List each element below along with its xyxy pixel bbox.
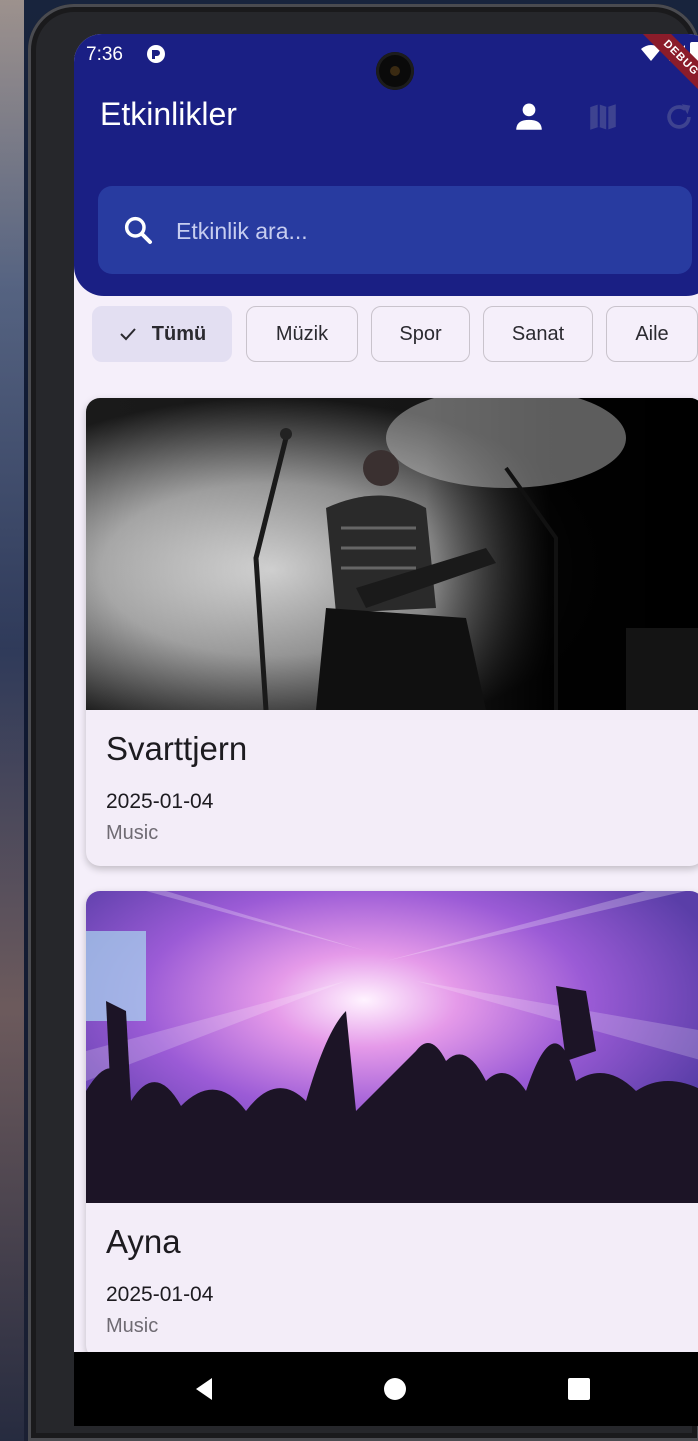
app-header: 7:36 DEBUG Etkinlikler	[74, 34, 698, 296]
map-icon[interactable]	[586, 100, 620, 134]
refresh-icon[interactable]	[662, 100, 696, 134]
filter-chip-all[interactable]: Tümü	[92, 306, 232, 362]
filter-chip-sport[interactable]: Spor	[371, 306, 470, 362]
backdrop-strip	[0, 0, 24, 1441]
search-input[interactable]	[174, 208, 658, 254]
recents-icon[interactable]	[564, 1374, 594, 1404]
search-icon	[124, 216, 152, 244]
home-icon[interactable]	[380, 1374, 410, 1404]
checkmark-icon	[120, 328, 136, 341]
event-image	[86, 398, 698, 710]
app-screen: 7:36 DEBUG Etkinlikler Etkinlik ara... T…	[74, 34, 698, 1426]
filter-chip-label: Tümü	[151, 322, 207, 345]
page-title: Etkinlikler	[100, 96, 237, 132]
system-navigation-bar	[74, 1352, 698, 1426]
search-bar[interactable]	[98, 186, 692, 274]
filter-chip-art[interactable]: Sanat	[483, 306, 593, 362]
phone-frame: 7:36 DEBUG Etkinlikler Etkinlik ara... T…	[28, 4, 698, 1441]
event-date: 2025-01-04	[106, 790, 214, 813]
event-date: 2025-01-04	[106, 1283, 214, 1306]
event-card[interactable]: Ayna 2025-01-04 Music	[86, 891, 698, 1359]
filter-chip-label: Müzik	[275, 322, 329, 345]
status-bar: 7:36 DEBUG	[74, 34, 698, 112]
event-title: Ayna	[106, 1223, 181, 1260]
status-time: 7:36	[86, 44, 123, 65]
event-card[interactable]: Svarttjern 2025-01-04 Music	[86, 398, 698, 866]
back-icon[interactable]	[190, 1374, 220, 1404]
app-notification-icon	[147, 45, 165, 63]
filter-chip-family[interactable]: Aile	[606, 306, 698, 362]
filter-chip-music[interactable]: Müzik	[246, 306, 358, 362]
event-title: Svarttjern	[106, 730, 248, 767]
filter-chip-label: Spor	[399, 322, 442, 345]
event-category: Music	[106, 822, 159, 844]
event-image	[86, 891, 698, 1203]
category-filter-chips: Tümü Müzik Spor Sanat Aile	[92, 306, 698, 366]
person-icon[interactable]	[512, 100, 546, 134]
filter-chip-label: Sanat	[511, 322, 565, 345]
filter-chip-label: Aile	[635, 322, 669, 345]
event-category: Music	[106, 1315, 159, 1337]
front-camera	[376, 52, 414, 90]
